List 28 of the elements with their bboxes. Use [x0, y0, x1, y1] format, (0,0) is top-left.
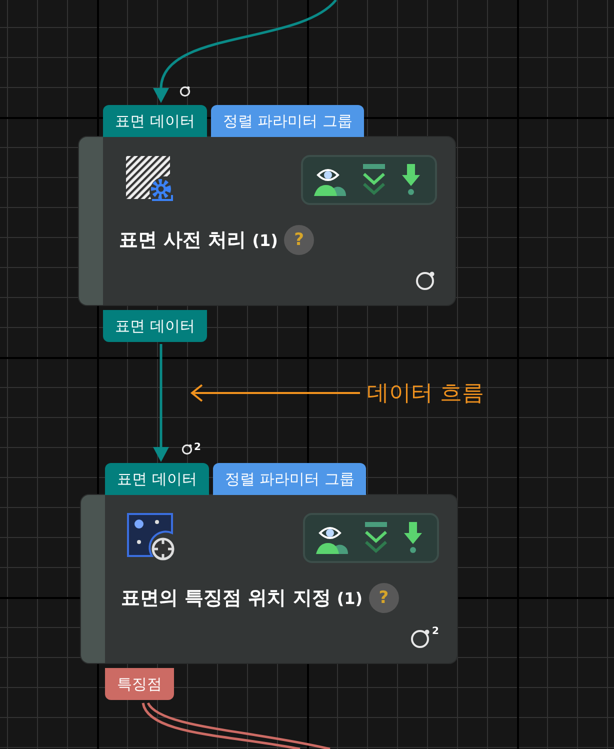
loop-count: 2 — [194, 443, 201, 453]
loop-icon — [179, 85, 191, 97]
node-title: 표면 사전 처리 — [119, 228, 246, 253]
node-count: (1) — [252, 230, 278, 250]
help-button[interactable]: ? — [284, 225, 314, 255]
drag-handle[interactable] — [79, 137, 103, 305]
node-count: (1) — [336, 588, 363, 608]
drag-handle[interactable] — [81, 495, 105, 663]
download-icon[interactable] — [403, 521, 423, 555]
surface-gear-icon — [125, 155, 173, 201]
output-port[interactable]: 표면 데이터 — [103, 310, 207, 342]
help-button[interactable]: ? — [368, 583, 399, 613]
input-port[interactable]: 표면 데이터 — [103, 105, 207, 137]
loop-icon — [415, 269, 437, 291]
input-port[interactable]: 정렬 파라미터 그룹 — [212, 463, 366, 495]
collapse-icon[interactable] — [361, 163, 387, 197]
input-port[interactable]: 표면 데이터 — [105, 463, 209, 495]
loop-icon — [181, 443, 193, 455]
node-card[interactable]: 표면 사전 처리 (1) ? — [79, 137, 455, 305]
feature-point-icon — [127, 513, 177, 561]
node-title: 표면의 특징점 위치 지정 — [121, 586, 331, 611]
output-port[interactable]: 특징점 — [105, 668, 174, 700]
collapse-icon[interactable] — [363, 521, 389, 555]
loop-count: 2 — [432, 627, 439, 637]
node-card[interactable]: 표면의 특징점 위치 지정 (1) ? 2 — [81, 495, 457, 663]
input-port[interactable]: 정렬 파라미터 그룹 — [210, 105, 364, 137]
annotation-label: 데이터 흐름 — [367, 380, 484, 408]
download-icon[interactable] — [401, 163, 421, 197]
